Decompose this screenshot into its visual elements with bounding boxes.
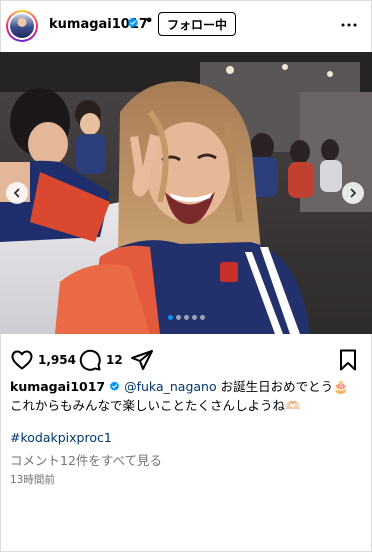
caption-text: お誕生日おめでとう [216, 379, 334, 394]
avatar[interactable] [6, 10, 38, 42]
post-timestamp[interactable]: 13時間前 [10, 472, 55, 487]
carousel-indicator [0, 315, 372, 321]
caption-line-2: これからもみんなで楽しいことたくさんしようね🫶🏻 [10, 398, 301, 413]
next-slide-button[interactable] [342, 182, 364, 204]
previous-slide-button[interactable] [6, 182, 28, 204]
photo-illustration [0, 52, 372, 334]
mention-link[interactable]: @fuka_nagano [124, 379, 217, 394]
following-button[interactable]: フォロー中 [158, 12, 236, 36]
verified-badge-icon [128, 17, 138, 28]
carousel-dot [199, 315, 205, 320]
carousel-dot [191, 315, 197, 320]
cake-emoji: 🎂 [333, 379, 349, 394]
post-header: kumagai1017 • フォロー中 [0, 0, 372, 52]
carousel-dot [167, 315, 173, 320]
comment-count[interactable]: 12 [106, 353, 123, 367]
comment-icon[interactable] [78, 348, 102, 372]
bookmark-icon[interactable] [336, 348, 360, 372]
caption-line-1: kumagai1017 @fuka_nagano お誕生日おめでとう🎂 [10, 377, 366, 396]
post-photo[interactable] [0, 52, 372, 334]
like-count[interactable]: 1,954 [38, 353, 76, 367]
caption-username[interactable]: kumagai1017 [10, 379, 105, 394]
hashtag-link[interactable]: #kodakpixproc1 [10, 430, 112, 445]
carousel-dot [183, 315, 189, 320]
verified-badge-icon [110, 381, 120, 391]
chevron-right-icon [350, 188, 357, 198]
carousel-dot [175, 315, 181, 320]
post-caption: kumagai1017 @fuka_nagano お誕生日おめでとう🎂 これから… [10, 377, 366, 415]
header-separator: • [145, 14, 154, 29]
share-icon[interactable] [130, 348, 154, 372]
action-bar: 1,954 12 [0, 334, 372, 378]
heart-icon[interactable] [10, 348, 34, 372]
avatar-photo [10, 14, 34, 38]
more-horizontal-icon[interactable] [340, 16, 358, 34]
chevron-left-icon [13, 188, 20, 198]
view-all-comments-link[interactable]: コメント12件をすべて見る [10, 450, 162, 469]
